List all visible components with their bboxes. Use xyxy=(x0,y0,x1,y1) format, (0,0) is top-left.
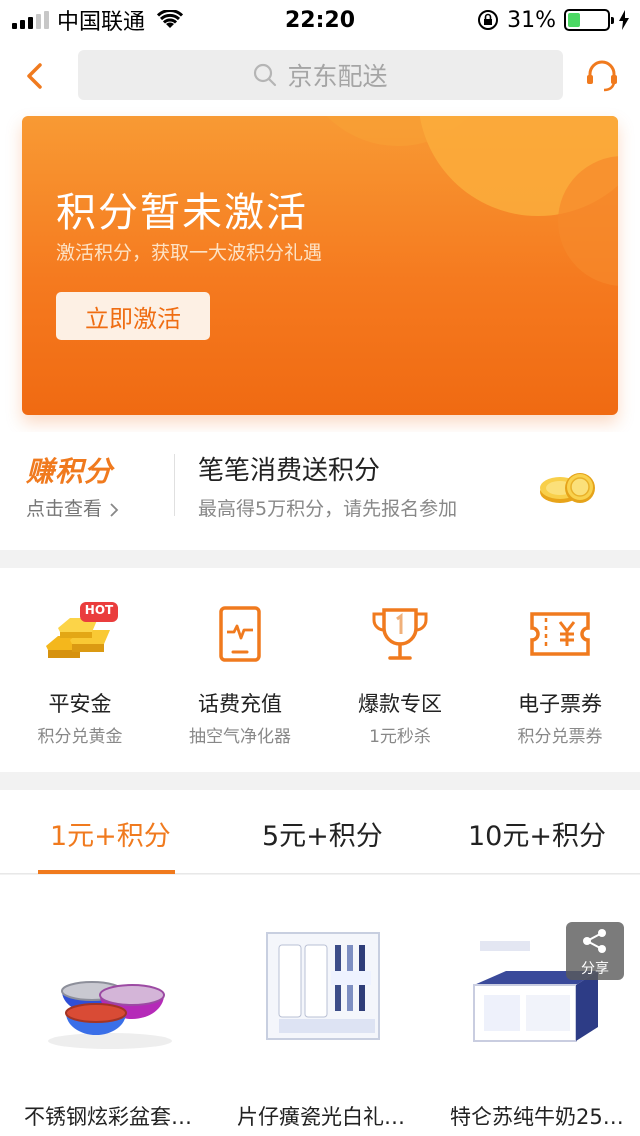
share-icon xyxy=(583,929,606,953)
back-icon[interactable] xyxy=(20,58,50,94)
orientation-lock-icon xyxy=(478,10,499,30)
tab-10-yuan[interactable]: 10元+积分 xyxy=(468,814,606,853)
earn-points-row[interactable]: 赚积分 点击查看 笔笔消费送积分 最高得5万积分，请先报名参加 xyxy=(0,432,640,550)
product-name: 不锈钢炫彩盆套… xyxy=(24,1105,192,1129)
product-card[interactable]: 特仑苏纯牛奶250… xyxy=(426,875,639,1136)
carrier-label: 中国联通 xyxy=(57,10,146,35)
battery-icon xyxy=(564,9,614,31)
banner-section: 积分暂未激活 激活积分，获取一大波积分礼遇 立即激活 xyxy=(0,112,640,432)
earn-view-link[interactable]: 点击查看 xyxy=(26,494,120,521)
search-placeholder: 京东配送 xyxy=(287,62,388,91)
earn-view-label: 点击查看 xyxy=(26,498,103,520)
share-button[interactable]: 分享 xyxy=(566,922,624,980)
category-desc: 1元秒杀 xyxy=(369,727,431,747)
phone-recharge-icon xyxy=(219,606,261,662)
activate-button[interactable]: 立即激活 xyxy=(56,292,210,340)
banner-title: 积分暂未激活 xyxy=(56,190,308,236)
earn-description: 最高得5万积分，请先报名参加 xyxy=(198,498,458,520)
ticket-icon xyxy=(530,612,590,656)
category-item-gold[interactable]: HOT 平安金 积分兑黄金 xyxy=(0,568,160,772)
category-desc: 积分兑黄金 xyxy=(37,727,123,747)
product-list: 不锈钢炫彩盆套… 片仔癀瓷光白礼… 特仑苏纯牛奶250… xyxy=(0,875,640,1136)
earn-title: 笔笔消费送积分 xyxy=(198,456,381,486)
wifi-icon xyxy=(157,10,184,28)
earn-points-logo: 赚积分 xyxy=(26,455,114,488)
search-input[interactable]: 京东配送 xyxy=(78,50,563,100)
search-icon xyxy=(254,63,277,87)
product-name: 片仔癀瓷光白礼… xyxy=(237,1105,405,1129)
category-desc: 积分兑票券 xyxy=(517,727,603,747)
category-name: 话费充值 xyxy=(198,692,282,716)
banner-subtitle: 激活积分，获取一大波积分礼遇 xyxy=(56,242,323,264)
signal-icon xyxy=(12,11,49,29)
divider xyxy=(174,454,175,516)
coins-icon xyxy=(540,473,595,503)
category-item-hot-deals[interactable]: 爆款专区 1元秒杀 xyxy=(320,568,480,772)
product-card[interactable]: 片仔癀瓷光白礼… xyxy=(213,875,426,1136)
toothpaste-gift-image xyxy=(266,932,380,1040)
battery-percent: 31% xyxy=(507,7,556,33)
trophy-icon xyxy=(372,608,428,660)
hot-badge: HOT xyxy=(84,603,114,617)
category-item-recharge[interactable]: 话费充值 抽空气净化器 xyxy=(160,568,320,772)
category-grid: HOT 平安金 积分兑黄金 话费充值 抽空气净化器 爆款专区 1元秒杀 电子票券… xyxy=(0,568,640,772)
navbar: 京东配送 xyxy=(0,40,640,112)
share-label: 分享 xyxy=(581,961,609,977)
tab-1-yuan[interactable]: 1元+积分 xyxy=(50,814,171,853)
price-tabs: 1元+积分 5元+积分 10元+积分 xyxy=(0,790,640,874)
bowls-image xyxy=(48,981,172,1049)
category-name: 爆款专区 xyxy=(358,692,442,716)
category-item-e-ticket[interactable]: 电子票券 积分兑票券 xyxy=(480,568,640,772)
category-desc: 抽空气净化器 xyxy=(189,727,291,747)
category-name: 平安金 xyxy=(48,692,112,716)
activation-banner[interactable]: 积分暂未激活 激活积分，获取一大波积分礼遇 立即激活 xyxy=(22,116,618,415)
category-name: 电子票券 xyxy=(518,692,602,716)
status-bar: 中国联通 22:20 31% xyxy=(0,0,640,40)
battery-level xyxy=(568,13,580,27)
product-card[interactable]: 不锈钢炫彩盆套… xyxy=(0,875,213,1136)
chevron-right-icon xyxy=(110,502,119,517)
charging-icon xyxy=(619,10,629,30)
product-name: 特仑苏纯牛奶250… xyxy=(450,1105,630,1129)
customer-service-icon[interactable] xyxy=(584,58,620,94)
active-tab-indicator xyxy=(38,870,175,874)
tab-5-yuan[interactable]: 5元+积分 xyxy=(262,814,383,853)
